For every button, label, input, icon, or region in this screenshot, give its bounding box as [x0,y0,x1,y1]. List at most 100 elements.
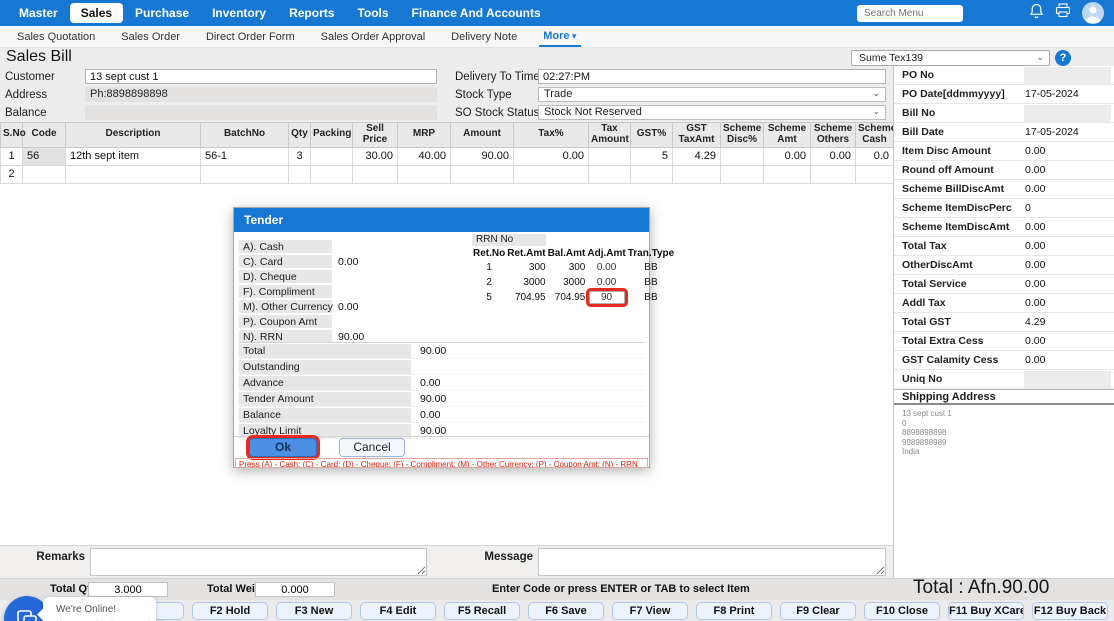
remarks-textarea[interactable] [90,548,427,576]
summary-row-value[interactable]: 0.00 [1024,162,1111,179]
fkey-button[interactable]: F2 Hold [192,602,268,620]
grid-cell-batchno[interactable] [201,165,289,183]
adj-amount-input[interactable]: 0.00 [589,262,625,273]
branch-select[interactable]: Sume Tex139 [851,50,1050,66]
summary-row-value[interactable]: 17-05-2024 [1024,124,1111,141]
ok-button[interactable]: Ok [249,438,317,457]
rrn-cell-retno: 1 [472,260,506,275]
payment-mode-label[interactable]: P). Coupon Amt [239,315,332,328]
menu-item[interactable]: Finance And Accounts [401,3,552,23]
menu-item[interactable]: Master [8,3,69,23]
cancel-button[interactable]: Cancel [339,438,405,457]
total-qty-field[interactable] [88,582,168,597]
rrn-cell-retamt: 3000 [506,275,546,290]
summary-row-value[interactable]: 0 [1024,200,1111,217]
fkey-button[interactable]: F8 Print [696,602,772,620]
grid-cell-sellprice[interactable]: 30.00 [353,147,398,165]
help-icon[interactable] [1055,50,1071,66]
fkey-button[interactable]: F10 Close [864,602,940,620]
grid-cell-description[interactable]: 12th sept item [66,147,201,165]
customer-input[interactable] [85,69,437,84]
summary-row-value[interactable]: 0.00 [1024,295,1111,312]
grid-cell-taxamount [589,147,631,165]
payment-mode-amount[interactable]: 0.00 [338,256,358,268]
menu-item[interactable]: Reports [278,3,345,23]
grid-cell-code[interactable]: 56 [23,147,66,165]
payment-mode-label[interactable]: A). Cash [239,240,332,253]
fkey-button[interactable]: F11 Buy XCare [948,602,1024,620]
bell-icon[interactable] [1029,3,1044,24]
grid-cell-gst: 5 [631,147,673,165]
subnav-item[interactable]: Sales Quotation [4,26,108,47]
fkey-button[interactable]: F5 Recall [444,602,520,620]
summary-row-value[interactable]: 0.00 [1024,181,1111,198]
grid-cell-schemeothers: 0.00 [811,147,856,165]
payment-mode-amount[interactable]: 0.00 [338,301,358,313]
summary-row-value[interactable] [1024,105,1111,122]
stock-type-select[interactable]: Trade [538,87,886,102]
summary-row-value[interactable]: 0.00 [1024,238,1111,255]
summary-row-label: GST Calamity Cess [894,354,1024,366]
address-field[interactable]: Ph:8898898898 [85,87,437,102]
message-textarea[interactable] [538,548,886,576]
menu-item[interactable]: Inventory [201,3,277,23]
payment-mode-label[interactable]: F). Compliment [239,285,332,298]
so-stock-status-select[interactable]: Stock Not Reserved [538,105,886,120]
grid-header-cell: Description [66,123,201,148]
adj-amount-input[interactable]: 0.00 [589,277,625,288]
grid-cell-packing[interactable] [311,147,353,165]
fkey-button[interactable]: F6 Save [528,602,604,620]
total-weight-field[interactable] [255,582,335,597]
summary-row-value[interactable]: 0.00 [1024,352,1111,369]
summary-row-value[interactable]: 0.00 [1024,257,1111,274]
search-input[interactable] [857,5,963,22]
payment-mode-label[interactable]: D). Cheque [239,270,332,283]
user-avatar[interactable] [1082,2,1104,24]
subnav-item[interactable]: Sales Order [108,26,193,47]
adj-amount-input[interactable]: 90 [589,291,625,304]
subnav-item[interactable]: Delivery Note [438,26,530,47]
summary-row-label: Scheme ItemDiscAmt [894,221,1024,233]
balance-field[interactable] [85,105,437,120]
menu-item[interactable]: Purchase [124,3,200,23]
subnav-more-menu[interactable]: More [539,26,580,47]
summary-row-value[interactable]: 0.00 [1024,333,1111,350]
tender-summary-value: 0.00 [420,409,440,421]
fkey-button[interactable]: F7 View [612,602,688,620]
grid-cell-batchno[interactable]: 56-1 [201,147,289,165]
grid-header-cell: Qty [289,123,311,148]
grid-cell-sellprice[interactable] [353,165,398,183]
fkey-button[interactable]: F12 Buy Back [1032,602,1108,620]
summary-row-value[interactable]: 4.29 [1024,314,1111,331]
fkey-button[interactable]: F9 Clear [780,602,856,620]
grid-cell-packing[interactable] [311,165,353,183]
subnav-item[interactable]: Direct Order Form [193,26,308,47]
subnav-item[interactable]: Sales Order Approval [308,26,439,47]
tender-summary-row: Tender Amount 90.00 [239,391,645,407]
grid-row: 2 [1,165,894,183]
summary-row-value[interactable] [1024,67,1111,84]
rrn-no-label[interactable]: RRN No [472,234,546,246]
summary-row-value[interactable]: 17-05-2024 [1024,86,1111,103]
menu-item[interactable]: Sales [70,3,123,23]
payment-mode-label[interactable]: C). Card [239,255,332,268]
payment-mode-label[interactable]: M). Other Currency [239,300,332,313]
chat-tooltip[interactable]: We're Online! How may I help you today? [43,597,156,621]
fkey-button[interactable]: F3 New [276,602,352,620]
grid-cell-qty[interactable]: 3 [289,147,311,165]
summary-row-value[interactable]: 0.00 [1024,219,1111,236]
printer-icon[interactable] [1055,3,1071,23]
grid-cell-qty[interactable] [289,165,311,183]
grid-cell-mrp[interactable] [398,165,451,183]
fkey-button[interactable]: F4 Edit [360,602,436,620]
delivery-time-input[interactable] [538,69,886,84]
summary-row-value[interactable]: 0.00 [1024,276,1111,293]
grid-cell-mrp[interactable]: 40.00 [398,147,451,165]
grid-cell-description[interactable] [66,165,201,183]
grid-header-cell: Tax Amount [589,123,631,148]
menu-item[interactable]: Tools [346,3,399,23]
summary-row-value[interactable] [1024,371,1111,388]
grid-cell-code[interactable] [23,165,66,183]
shipping-address-header: Shipping Address [894,389,1114,405]
summary-row-value[interactable]: 0.00 [1024,143,1111,160]
